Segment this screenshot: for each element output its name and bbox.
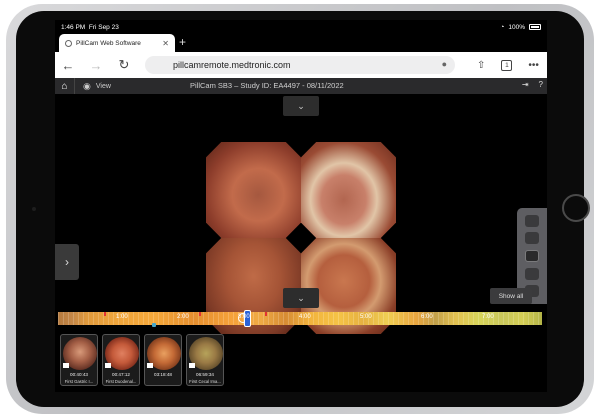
battery-icon	[529, 24, 541, 30]
view-button[interactable]: ◉ View	[75, 81, 111, 92]
capsule-viewer: ⌄ › ⌄ Show all	[55, 94, 547, 334]
export-icon[interactable]: ⇥	[522, 80, 529, 89]
timeline-tick-label: 7:00	[482, 314, 494, 320]
landmark-time: 06:59:34	[196, 372, 214, 377]
landmark-time: 00:47:12	[112, 372, 130, 377]
timeline-tick-label: 3:00	[238, 314, 250, 320]
timeline-tick-label: 2:00	[177, 314, 189, 320]
flag-icon	[105, 363, 111, 368]
event-marker	[199, 312, 201, 316]
date: Fri Sep 23	[88, 23, 119, 31]
clock: 1:46 PM	[61, 23, 86, 31]
close-tab-button[interactable]: ✕	[162, 39, 169, 48]
capsule-frame-2[interactable]	[301, 142, 396, 238]
study-title: PillCam SB3 – Study ID: EA4497 - 08/11/2…	[190, 81, 344, 90]
landmark-marker[interactable]	[152, 323, 156, 327]
view-mode-option[interactable]	[525, 214, 539, 227]
landmark-thumbnail[interactable]: 00:40:43 First Gastric I...	[60, 334, 98, 386]
event-marker	[104, 312, 106, 316]
url-bar: ← → ↻ pillcamremote.medtronic.com ● ⇧ 1 …	[55, 52, 547, 78]
url-text: pillcamremote.medtronic.com	[173, 60, 291, 70]
battery-percent: 100%	[508, 23, 525, 31]
expand-panel-button[interactable]: ›	[55, 244, 79, 280]
timeline-tick-label: 4:00	[299, 314, 311, 320]
landmark-label: First Cecal Ima...	[189, 379, 221, 384]
back-button[interactable]: ←	[61, 58, 75, 73]
landmark-label: First Gastric I...	[64, 379, 94, 384]
forward-button[interactable]: →	[89, 58, 103, 73]
eye-icon: ◉	[83, 80, 91, 91]
landmark-thumbnail[interactable]: 00:47:12 First Duodenal...	[102, 334, 140, 386]
flag-icon	[147, 363, 153, 368]
tab-bar: PillCam Web Software ✕ +	[55, 34, 547, 52]
timeline-tick-label: 5:00	[360, 314, 372, 320]
share-icon[interactable]: ⇧	[477, 60, 485, 71]
timeline-tick-label: 1:00	[116, 314, 128, 320]
help-button[interactable]: ?	[539, 80, 543, 89]
browser-actions: ⇧ 1 •••	[477, 59, 539, 71]
favicon-icon	[65, 39, 72, 47]
show-all-button[interactable]: Show all	[490, 288, 532, 304]
tab-title: PillCam Web Software	[76, 39, 141, 47]
chevron-down-icon: ⌄	[297, 292, 305, 303]
landmark-thumbnail[interactable]: 06:59:34 First Cecal Ima...	[186, 334, 224, 386]
browser-tab[interactable]: PillCam Web Software ✕	[59, 34, 175, 52]
new-tab-button[interactable]: +	[179, 35, 186, 49]
collapse-timeline-button[interactable]: ⌄	[283, 288, 319, 308]
screen: 1:46 PM Fri Sep 23 ◔ 100% PillCam Web So…	[55, 20, 547, 392]
landmark-thumbnail[interactable]: 03:18:48	[144, 334, 182, 386]
more-menu-button[interactable]: •••	[528, 60, 539, 71]
flag-icon	[189, 363, 195, 368]
wifi-icon: ◔	[500, 23, 505, 31]
landmark-time: 00:40:43	[70, 372, 88, 377]
address-field[interactable]: pillcamremote.medtronic.com ●	[145, 56, 455, 74]
view-mode-option[interactable]	[525, 249, 539, 262]
timeline-bar[interactable]: 1:00 2:00 3:00 4:00 5:00 6:00 7:00	[58, 310, 542, 327]
tabs-button[interactable]: 1	[501, 59, 513, 71]
collapse-header-button[interactable]: ⌄	[283, 96, 319, 116]
capsule-frame-1[interactable]	[206, 142, 301, 238]
flag-icon	[63, 363, 69, 368]
status-right: ◔ 100%	[500, 24, 541, 31]
view-mode-option[interactable]	[525, 232, 539, 245]
status-bar: 1:46 PM Fri Sep 23 ◔ 100%	[55, 20, 547, 34]
app-bar: ⌂ ◉ View PillCam SB3 – Study ID: EA4497 …	[55, 78, 547, 94]
chevron-down-icon: ⌄	[297, 100, 305, 111]
front-camera	[32, 207, 36, 211]
microphone-icon[interactable]: ●	[442, 59, 447, 69]
view-mode-option[interactable]	[525, 267, 539, 280]
home-icon[interactable]: ⌂	[55, 78, 75, 94]
landmark-thumbnails: 00:40:43 First Gastric I... 00:47:12 First …	[60, 334, 224, 386]
chevron-right-icon: ›	[65, 255, 69, 269]
reload-button[interactable]: ↻	[117, 57, 131, 73]
view-label: View	[95, 82, 111, 90]
status-time: 1:46 PM Fri Sep 23	[61, 24, 119, 31]
timeline-tick-label: 6:00	[421, 314, 433, 320]
home-button[interactable]	[562, 194, 590, 222]
landmark-label: First Duodenal...	[105, 379, 137, 384]
app-bar-actions: ⇥ ?	[522, 80, 543, 89]
landmark-time: 03:18:48	[154, 372, 172, 377]
event-marker	[265, 312, 267, 316]
